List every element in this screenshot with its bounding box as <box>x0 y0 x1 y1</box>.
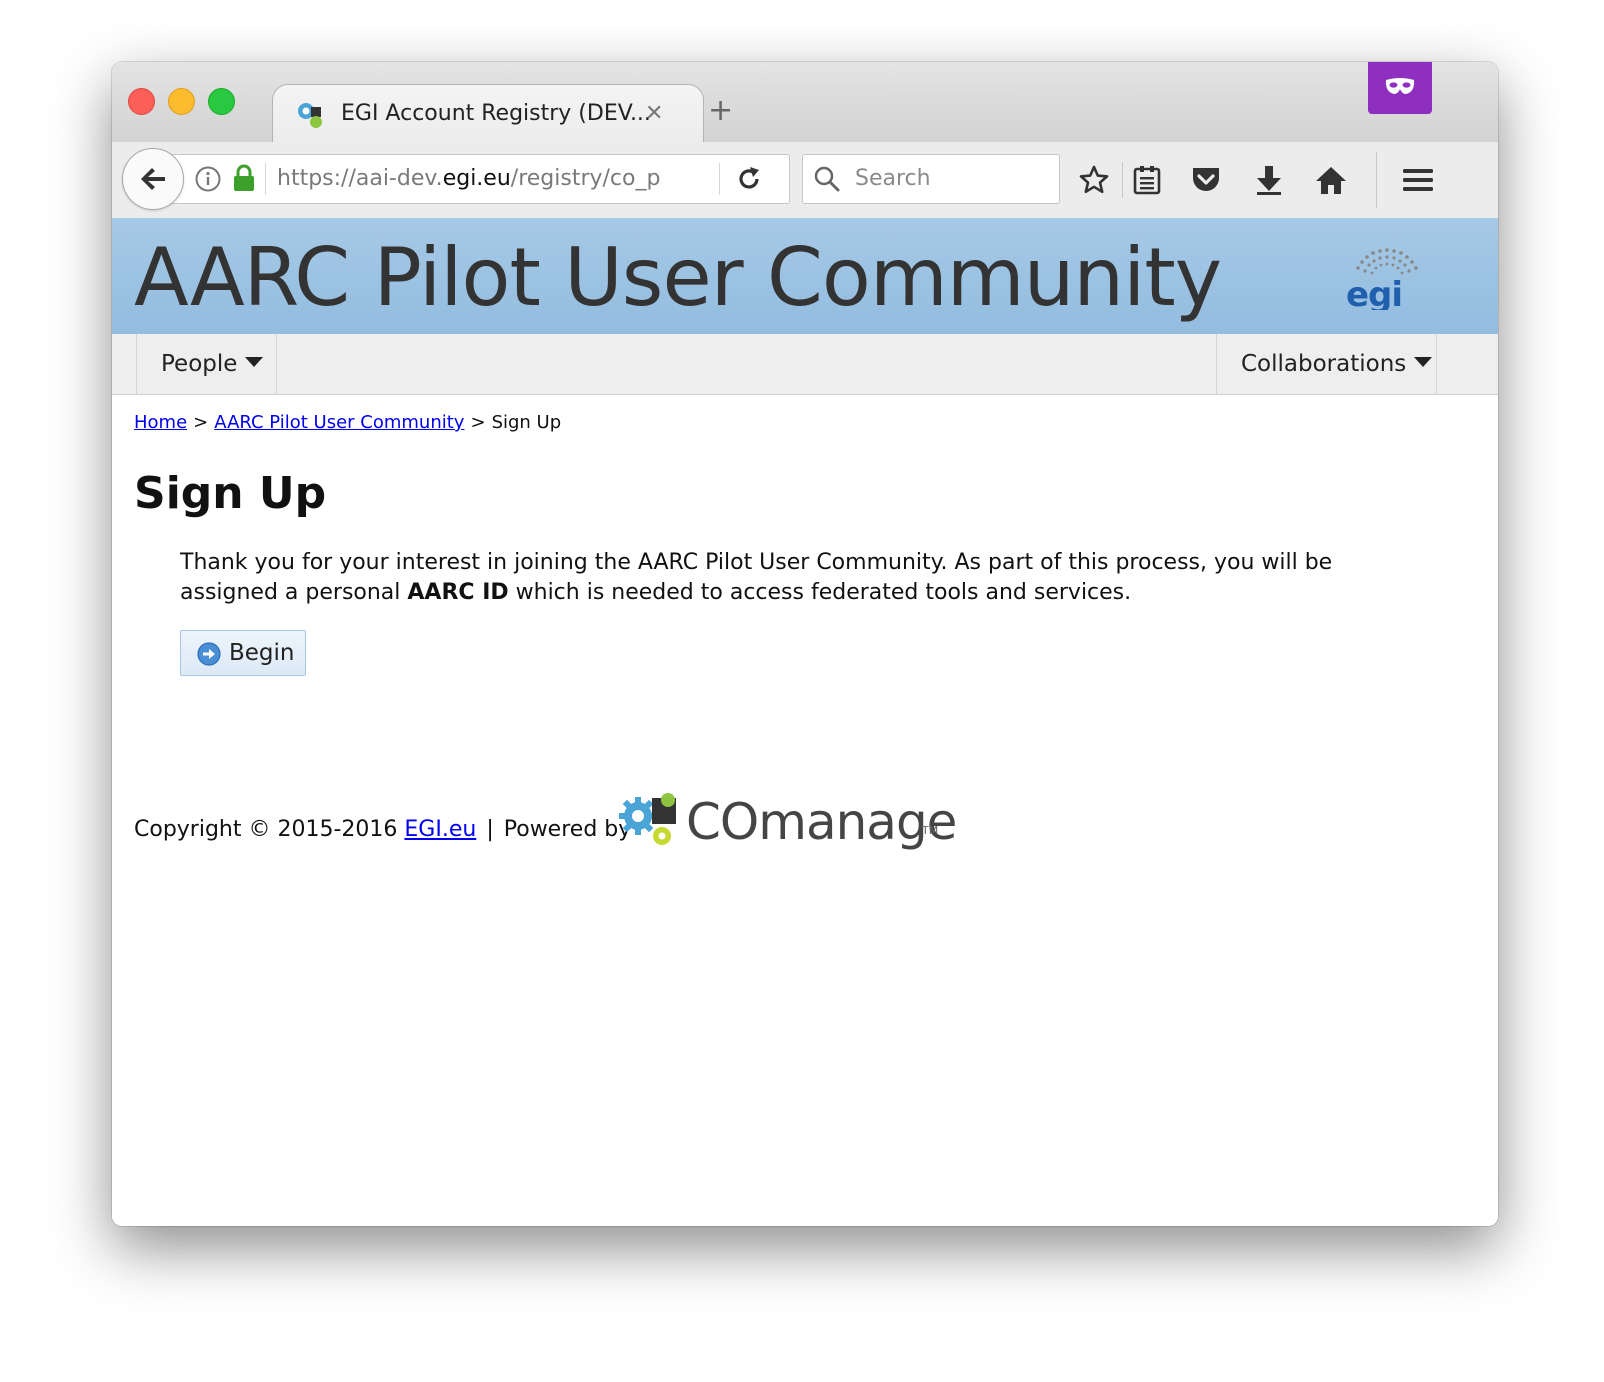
begin-button-label: Begin <box>229 640 295 666</box>
search-icon <box>814 166 840 192</box>
search-bar[interactable]: Search <box>802 154 1060 204</box>
new-tab-button[interactable]: + <box>708 96 733 126</box>
egi-logo[interactable]: egi <box>1342 244 1432 310</box>
menu-people-label: People <box>161 351 238 377</box>
info-icon[interactable] <box>195 166 221 192</box>
lock-icon[interactable] <box>233 164 255 192</box>
breadcrumb-home-link[interactable]: Home <box>134 412 187 433</box>
url-text[interactable]: https://aai-dev.egi.eu/registry/co_p <box>277 164 667 194</box>
tab-title: EGI Account Registry (DEV... <box>341 101 651 126</box>
banner-title: AARC Pilot User Community <box>134 231 1222 324</box>
breadcrumb-separator: > <box>470 412 486 433</box>
site-banner: AARC Pilot User Community egi <box>112 218 1498 334</box>
tab-close-icon[interactable]: ✕ <box>645 99 663 129</box>
reload-separator <box>719 163 720 195</box>
close-window-button[interactable] <box>128 88 155 115</box>
tab-strip: EGI Account Registry (DEV... ✕ + <box>112 62 1498 143</box>
private-browsing-button[interactable] <box>1368 62 1432 114</box>
comanage-wordmark: COmanage <box>686 793 957 851</box>
search-placeholder: Search <box>855 166 931 191</box>
toolbar-separator-menu <box>1376 152 1377 208</box>
begin-button[interactable]: Begin <box>180 630 306 676</box>
aarc-id-label: AARC ID <box>407 580 509 605</box>
breadcrumb-separator: > <box>193 412 209 433</box>
menu-collaborations-label: Collaborations <box>1241 351 1407 377</box>
main-menu-bar: People Collaborations <box>112 334 1498 395</box>
reload-icon[interactable] <box>735 165 763 193</box>
caret-down-icon <box>245 356 264 367</box>
back-arrow-icon <box>141 168 165 190</box>
back-button[interactable] <box>122 148 184 210</box>
intro-text: Thank you for your interest in joining t… <box>180 550 1333 605</box>
browser-window: EGI Account Registry (DEV... ✕ + https:/… <box>112 62 1498 1226</box>
footer-powered-by: Powered by <box>503 817 632 842</box>
breadcrumb-current: Sign Up <box>491 412 562 433</box>
download-icon[interactable] <box>1254 164 1284 196</box>
breadcrumb-community-link[interactable]: AARC Pilot User Community <box>214 412 464 433</box>
breadcrumb: Home > AARC Pilot User Community > Sign Up <box>134 410 561 436</box>
zoom-window-button[interactable] <box>208 88 235 115</box>
comanage-favicon-icon <box>298 103 322 128</box>
page-content: AARC Pilot User Community egi People Col… <box>112 218 1498 1226</box>
bookmark-star-icon[interactable] <box>1078 164 1110 196</box>
page-title: Sign Up <box>134 468 327 519</box>
footer-copyright: Copyright © 2015-2016 <box>134 817 405 842</box>
menu-collaborations[interactable]: Collaborations <box>1216 334 1437 394</box>
comanage-trademark: TM <box>922 824 939 837</box>
navigation-toolbar: https://aai-dev.egi.eu/registry/co_p Sea… <box>112 142 1498 219</box>
url-separator <box>265 163 266 195</box>
caret-down-icon <box>1414 356 1433 367</box>
home-icon[interactable] <box>1314 164 1348 196</box>
pocket-icon[interactable] <box>1190 164 1222 196</box>
browser-tab-active[interactable]: EGI Account Registry (DEV... ✕ <box>272 84 704 143</box>
reading-list-icon[interactable] <box>1132 164 1162 196</box>
url-bar[interactable]: https://aai-dev.egi.eu/registry/co_p <box>158 154 790 204</box>
arrow-circle-icon <box>197 642 221 666</box>
toolbar-separator <box>1122 162 1123 198</box>
footer: Copyright © 2015-2016 EGI.eu | Powered by <box>134 810 631 850</box>
private-mask-icon <box>1385 78 1415 94</box>
footer-pipe: | <box>486 817 494 842</box>
hamburger-menu-icon[interactable] <box>1402 164 1434 196</box>
svg-text:egi: egi <box>1346 275 1402 310</box>
comanage-gears-logo <box>619 793 676 845</box>
minimize-window-button[interactable] <box>168 88 195 115</box>
menu-people[interactable]: People <box>136 334 277 394</box>
footer-egi-link[interactable]: EGI.eu <box>404 817 476 842</box>
comanage-logo[interactable]: COmanage TM <box>616 790 957 854</box>
